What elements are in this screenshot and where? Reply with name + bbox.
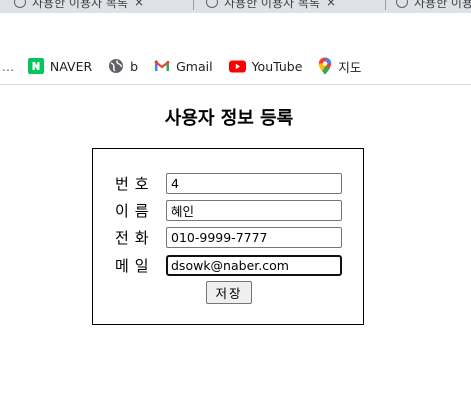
phone-input[interactable] [166, 226, 342, 248]
globe-icon [396, 0, 408, 8]
form-row-phone: 전화 [115, 226, 342, 248]
form-row-name: 이름 [115, 199, 342, 221]
bookmark-youtube[interactable]: YouTube [221, 48, 311, 84]
youtube-icon [228, 60, 246, 72]
registration-form: 번호 이름 전화 메일 저장 [92, 148, 364, 325]
tab-title: 사용한 이용자 목록 [224, 0, 320, 10]
bookmarks-overflow[interactable]: ... [0, 59, 20, 74]
globe-icon [109, 59, 124, 73]
tab-strip: 사용한 이용자 목록 × 사용한 이용자 목록 × 사용한 이용자 목록 [0, 0, 471, 13]
maps-icon [319, 57, 332, 75]
bookmark-b[interactable]: b [100, 48, 146, 84]
tab-3[interactable]: 사용한 이용자 목록 [390, 0, 471, 12]
gmail-icon [154, 60, 170, 71]
tab-separator [385, 0, 386, 10]
bookmark-label: b [130, 58, 139, 74]
field-label: 이름 [115, 201, 155, 220]
browser-toolbar [0, 13, 471, 48]
tab-1[interactable]: 사용한 이용자 목록 × [8, 0, 150, 12]
bookmark-naver[interactable]: NAVER [20, 48, 100, 84]
naver-icon [27, 58, 44, 74]
tab-2[interactable]: 사용한 이용자 목록 × [200, 0, 342, 12]
tab-title: 사용한 이용자 목록 [32, 0, 128, 10]
bookmarks-bar: ... NAVER b Gmail YouTube 지도 [0, 48, 471, 85]
bookmark-label: 지도 [338, 59, 362, 75]
email-input[interactable] [166, 254, 342, 276]
tab-title: 사용한 이용자 목록 [414, 0, 471, 10]
close-icon[interactable]: × [326, 0, 336, 9]
globe-icon [206, 0, 218, 8]
bookmark-maps[interactable]: 지도 [310, 48, 369, 84]
bookmark-label: Gmail [176, 58, 213, 74]
bookmark-label: YouTube [251, 58, 303, 74]
bookmark-label: NAVER [49, 58, 93, 74]
field-label: 번호 [115, 174, 155, 193]
name-input[interactable] [166, 199, 342, 221]
form-row-email: 메일 [115, 254, 342, 276]
globe-icon [14, 0, 26, 8]
bookmark-gmail[interactable]: Gmail [146, 48, 220, 84]
field-label: 전화 [115, 228, 155, 247]
field-label: 메일 [115, 256, 155, 275]
save-button[interactable]: 저장 [206, 281, 252, 304]
page-title: 사용자 정보 등록 [164, 108, 294, 129]
number-input[interactable] [166, 172, 342, 194]
form-row-number: 번호 [115, 172, 342, 194]
close-icon[interactable]: × [134, 0, 144, 9]
tab-separator [193, 0, 194, 10]
